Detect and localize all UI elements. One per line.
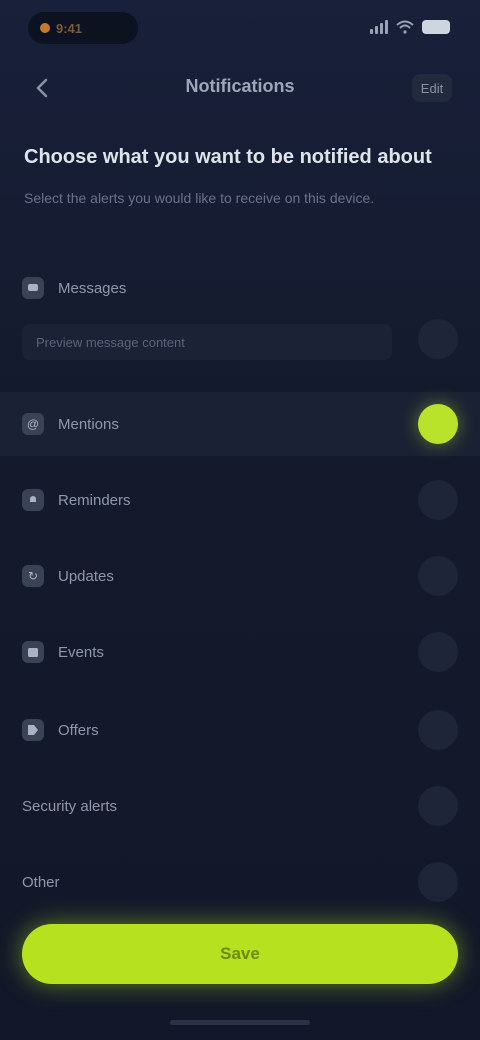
events-toggle[interactable] [418,632,458,672]
other-toggle[interactable] [418,862,458,902]
home-indicator [170,1020,310,1025]
mentions-toggle[interactable] [418,404,458,444]
reminders-toggle[interactable] [418,480,458,520]
status-pill: 9:41 [28,12,138,44]
setting-row-offers[interactable]: Offers [0,700,480,762]
setting-row-main: Other [22,852,458,912]
page-title: Notifications [185,76,295,96]
messages-toggle[interactable] [418,319,458,359]
at-icon: @ [22,413,44,435]
setting-label: Mentions [58,415,119,433]
updates-toggle[interactable] [418,556,458,596]
status-time: 9:41 [56,20,83,36]
setting-row-main: ↻ Updates [22,546,458,606]
setting-row-main: Security alerts [22,776,458,836]
setting-label: Messages [58,279,127,297]
setting-label: Updates [58,567,114,585]
setting-row-security[interactable]: Security alerts [0,776,480,838]
header: Notifications Edit [0,60,480,116]
setting-row-events[interactable]: Events [0,622,480,684]
edit-button[interactable]: Edit [412,74,452,102]
notifications-screen: 9:41 Notifications Edit Choose what you … [0,0,480,1040]
wifi-icon [396,20,414,34]
section-heading: Choose what you want to be notified abou… [24,146,432,168]
sub-field-wrap: Preview message content [22,318,458,360]
setting-label: Reminders [58,491,131,509]
setting-row-main: Events [22,622,458,682]
cellular-signal-icon [370,20,388,34]
setting-label: Offers [58,721,99,739]
refresh-icon: ↻ [22,565,44,587]
setting-label: Security alerts [22,797,118,815]
status-indicators [370,20,450,34]
setting-label: Other [22,873,60,891]
setting-row-other[interactable]: Other [0,852,480,914]
tag-icon [22,719,44,741]
calendar-icon [22,641,44,663]
offers-toggle[interactable] [418,710,458,750]
status-bar: 9:41 [0,0,480,56]
setting-label: Events [58,643,104,661]
save-button[interactable]: Save [22,924,458,984]
section-description: Select the alerts you would like to rece… [24,190,375,206]
setting-row-main: Reminders [22,470,458,530]
preview-field[interactable]: Preview message content [22,324,392,360]
setting-row-updates[interactable]: ↻ Updates [0,546,480,608]
recording-dot-icon [40,23,50,33]
setting-row-reminders[interactable]: Reminders [0,470,480,532]
chat-icon [22,277,44,299]
setting-row-mentions[interactable]: @ Mentions [0,392,480,456]
setting-row-messages: Messages Preview message content [0,258,480,376]
setting-row-main: Messages [22,258,458,318]
setting-row-main: @ Mentions [22,392,458,456]
security-toggle[interactable] [418,786,458,826]
battery-icon [422,20,450,34]
setting-row-main: Offers [22,700,458,760]
bell-icon [22,489,44,511]
